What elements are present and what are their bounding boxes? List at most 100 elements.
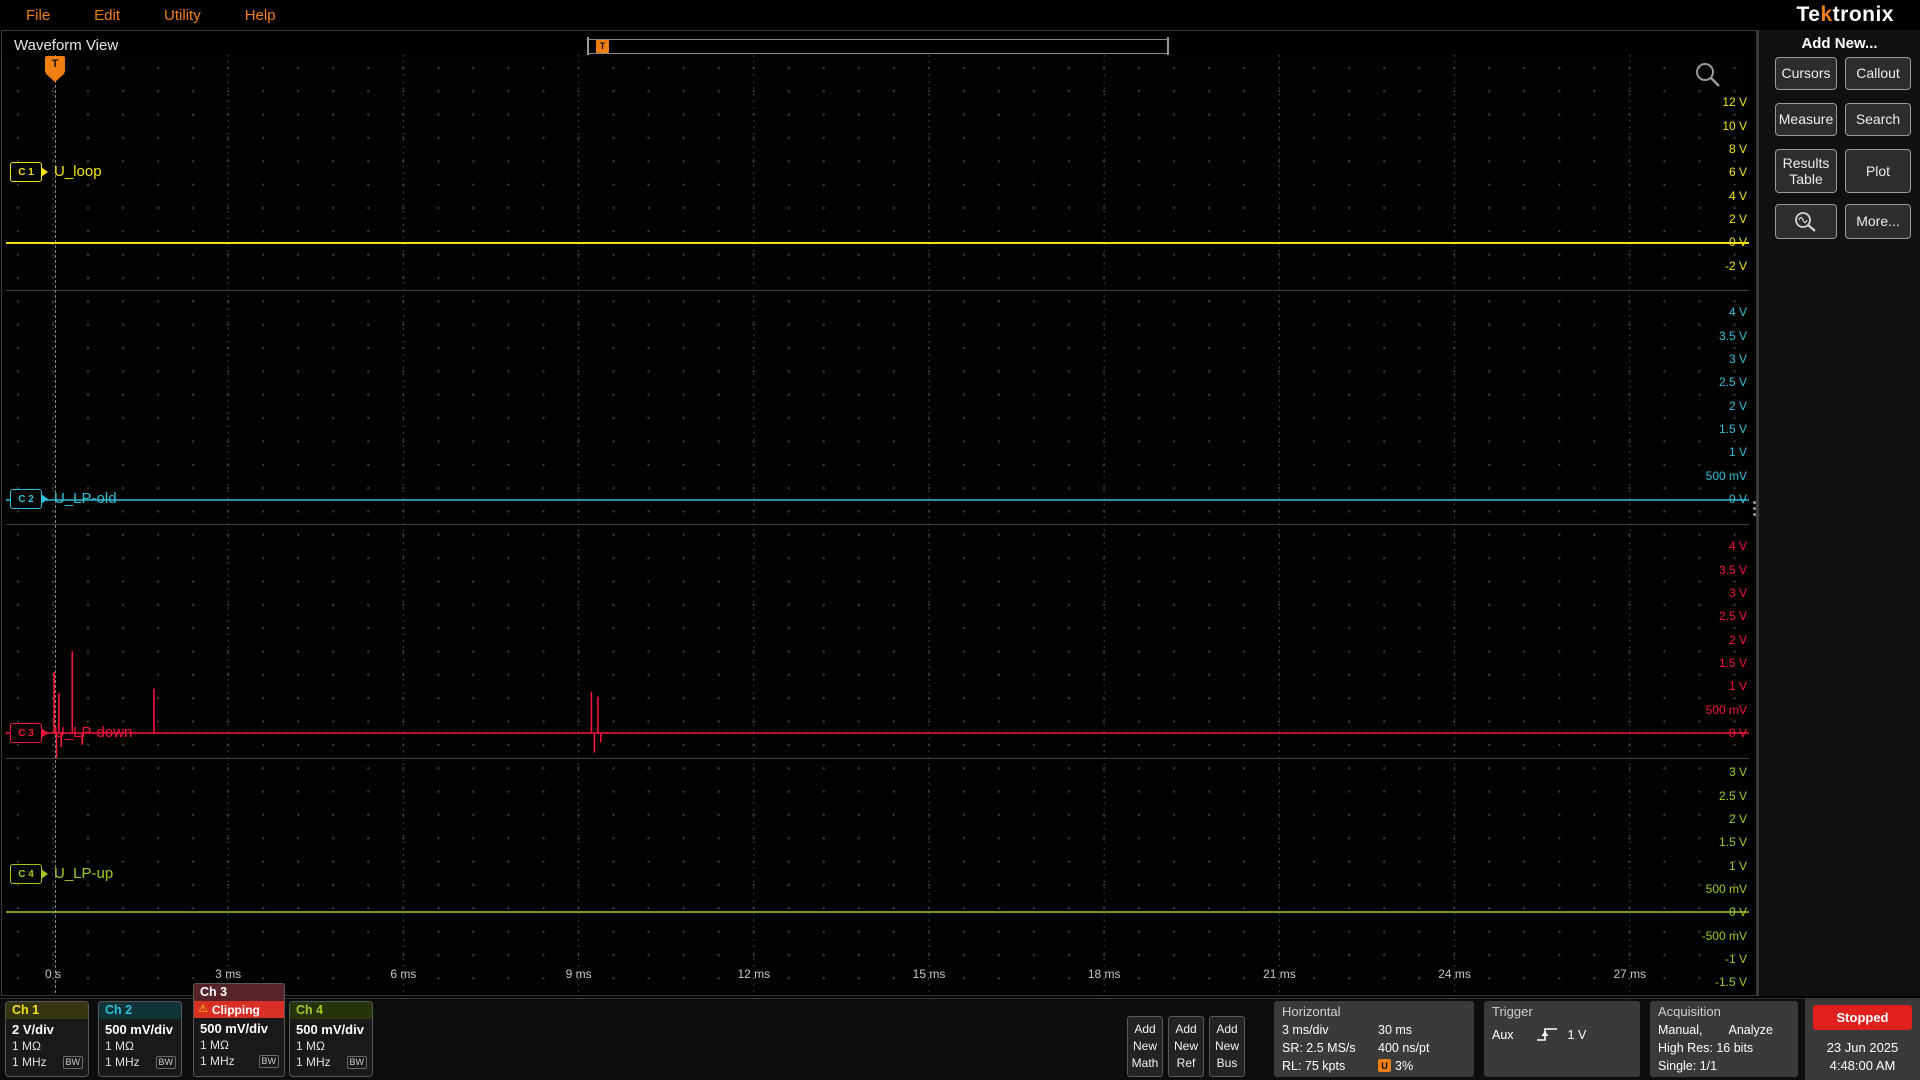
channel-1-scale: 2 V/div [12,1022,54,1037]
scale-tick-label: 1.5 V [1718,422,1747,437]
scale-tick-label: 2 V [1728,398,1747,413]
tag-arrow-icon [41,167,48,177]
scale-tick-label: -500 mV [1701,928,1747,943]
channel-4-tag[interactable]: C 4 [10,864,48,884]
date-label: 23 Jun 2025 [1826,1040,1899,1055]
channel-divider [6,290,1749,291]
channel-divider [6,758,1749,759]
scale-tick-label: 4 V [1728,188,1747,203]
add-math-line: Add [1134,1022,1156,1036]
channel-4-badge-title: Ch 4 [290,1002,372,1019]
channel-3-impedance: 1 MΩ [200,1038,229,1052]
callout-button[interactable]: Callout [1845,57,1911,90]
menu-edit[interactable]: Edit [94,7,120,24]
vertical-scale-ch1: 12 V 10 V 8 V 6 V 4 V 2 V 0 V -2 V [1673,91,1747,278]
sample-interval: 400 ns/pt [1378,1040,1430,1055]
channel-1-badge[interactable]: Ch 1 2 V/div 1 MΩ 1 MHz BW [5,1001,89,1077]
measure-button[interactable]: Measure [1775,103,1837,136]
menu-help[interactable]: Help [245,7,276,24]
bandwidth-limit-icon: BW [346,1056,367,1069]
add-ref-line: Add [1175,1022,1197,1036]
scale-tick-label: 500 mV [1705,702,1747,717]
trigger-source: Aux [1492,1027,1514,1042]
scale-tick-label: 1 V [1728,679,1747,694]
x-axis-label: 27 ms [1613,967,1647,981]
add-math-line: New [1132,1039,1157,1053]
channel-2-tag-label: C 2 [18,493,34,505]
waveform-trace-ch3[interactable] [6,651,1749,759]
zoom-waveform-icon [1795,211,1816,232]
menu-bar: File Edit Utility Help Tektronix [0,0,1920,30]
scale-tick-label: 500 mV [1705,468,1747,483]
search-button[interactable]: Search [1845,103,1911,136]
channel-1-label[interactable]: U_loop [54,162,102,182]
channel-4-badge[interactable]: Ch 4 500 mV/div 1 MΩ 1 MHz BW [289,1001,373,1077]
scale-tick-label: 12 V [1722,95,1747,110]
horizontal-badge[interactable]: Horizontal 3 ms/div 30 ms SR: 2.5 MS/s 400… [1274,1001,1474,1077]
acquisition-mode: Manual, [1658,1022,1703,1037]
channel-2-tag[interactable]: C 2 [10,489,48,509]
panel-drag-handle[interactable] [1753,498,1756,519]
x-axis-label: 3 ms [215,967,242,981]
minimap-trigger-flag[interactable]: T [596,40,609,53]
channel-4-bandwidth: 1 MHz [296,1055,331,1069]
horizontal-scale: 3 ms/div [1282,1022,1329,1037]
cursors-button[interactable]: Cursors [1775,57,1837,90]
scale-tick-label: 3.5 V [1718,562,1747,577]
tag-arrow-icon [41,728,48,738]
trigger-marker-label: T [45,56,65,73]
add-new-panel: Add New... Cursors Callout Measure Searc… [1759,30,1920,996]
scale-tick-label: 4 V [1728,539,1747,554]
channel-1-tag-label: C 1 [18,166,34,178]
time-label: 4:48:00 AM [1829,1058,1896,1073]
scale-tick-label: -1.5 V [1714,975,1747,990]
channel-1-bandwidth: 1 MHz [12,1055,47,1069]
x-axis-label: 21 ms [1263,967,1296,981]
add-new-math-button[interactable]: Add New Math [1127,1016,1163,1077]
scale-tick-label: 2.5 V [1718,375,1747,390]
waveform-plot[interactable]: T C 1 C 2 C 3 C 4 U_loop U_LP-old U_LP-d… [6,55,1749,993]
trigger-marker[interactable]: T [45,56,65,82]
channel-1-tag[interactable]: C 1 [10,162,48,182]
run-state-badge[interactable]: Stopped [1813,1005,1912,1030]
acquisition-overview-minimap[interactable]: T [587,37,1169,56]
clipping-warning: ⚠ Clipping [194,1001,284,1018]
trigger-badge[interactable]: Trigger Aux 1 V [1484,1001,1640,1077]
channel-3-tag[interactable]: C 3 [10,723,48,743]
add-new-bus-button[interactable]: Add New Bus [1209,1016,1245,1077]
scale-tick-label: -2 V [1724,258,1747,273]
zoom-tool-button[interactable] [1775,204,1837,239]
scale-tick-label: 1 V [1728,858,1747,873]
menu-file[interactable]: File [26,7,50,24]
menu-utility[interactable]: Utility [164,7,201,24]
channel-3-tag-label: C 3 [18,727,34,739]
x-axis-label: 12 ms [737,967,771,981]
scale-tick-label: 3 V [1728,351,1747,366]
magnifier-icon[interactable] [1693,60,1723,90]
trigger-position-line[interactable] [55,55,56,993]
trigger-title: Trigger [1492,1004,1533,1019]
scale-tick-label: 2.5 V [1718,609,1747,624]
scale-tick-label: 1.5 V [1718,835,1747,850]
acquisition-count: Single: 1/1 [1658,1058,1718,1073]
channel-4-label[interactable]: U_LP-up [54,864,113,884]
tag-arrow-icon [41,494,48,504]
channel-2-label[interactable]: U_LP-old [54,489,117,509]
add-math-line: Math [1131,1056,1159,1070]
results-table-button[interactable]: Results Table [1775,149,1837,193]
tektronix-logo: Tektronix [1796,3,1894,26]
channel-2-badge[interactable]: Ch 2 500 mV/div 1 MΩ 1 MHz BW [98,1001,182,1077]
bandwidth-limit-icon: BW [62,1056,83,1069]
acquisition-analyze: Analyze [1728,1022,1773,1037]
vertical-scale-ch4: 3 V 2.5 V 2 V 1.5 V 1 V 500 mV 0 V -500 mV -1 V -… [1673,761,1747,993]
channel-3-label[interactable]: U_LP-down [54,723,132,743]
plot-button[interactable]: Plot [1845,149,1911,193]
more-button[interactable]: More... [1845,204,1911,239]
channel-3-scale: 500 mV/div [200,1021,268,1036]
scale-tick-label: 8 V [1728,141,1747,156]
vertical-scale-ch2: 4 V 3.5 V 3 V 2.5 V 2 V 1.5 V 1 V 500 mV 0 V [1673,301,1747,511]
channel-3-badge[interactable]: Ch 3 ⚠ Clipping 500 mV/div 1 MΩ 1 MHz BW [193,983,285,1077]
utilization-icon: U [1378,1059,1391,1072]
acquisition-badge[interactable]: Acquisition Manual, Analyze High Res: 16 … [1650,1001,1798,1077]
add-new-ref-button[interactable]: Add New Ref [1168,1016,1204,1077]
